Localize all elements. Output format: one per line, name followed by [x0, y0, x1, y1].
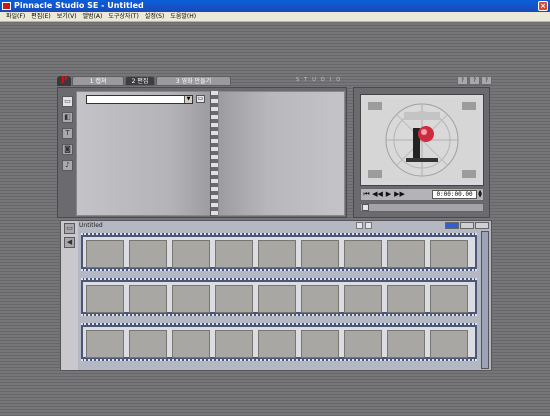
app-icon — [2, 2, 11, 10]
storyboard-strip — [81, 323, 477, 361]
movie-scrollbar[interactable] — [481, 231, 489, 369]
scrubber-handle[interactable] — [362, 204, 369, 211]
menu-bar: 파일(F) 편집(E) 보기(V) 앨범(A) 도구상자(T) 설정(S) 도움… — [0, 12, 550, 22]
movie-title: Untitled — [79, 222, 103, 229]
storyboard-frame[interactable] — [387, 240, 425, 268]
scissors-icon[interactable] — [356, 222, 363, 229]
storyboard-frame[interactable] — [387, 330, 425, 358]
storyboard-frame[interactable] — [430, 330, 468, 358]
storyboard-frame[interactable] — [301, 285, 339, 313]
chevron-down-icon[interactable]: ▼ — [184, 96, 192, 103]
video-scenes-icon[interactable]: ▭ — [62, 96, 73, 107]
window-title-bar: Pinnacle Studio SE - Untitled × — [0, 0, 550, 12]
help-buttons: ? ? ? — [456, 76, 492, 85]
storyboard-frame[interactable] — [301, 330, 339, 358]
tab-capture[interactable]: 1 캡쳐 — [72, 76, 124, 86]
storyboard-frame[interactable] — [258, 285, 296, 313]
storyboard-frame[interactable] — [430, 240, 468, 268]
studio-label: STUDIO — [296, 77, 346, 83]
storyboard-frame[interactable] — [344, 285, 382, 313]
album-source-select[interactable]: ▼ — [86, 95, 193, 104]
menu-help[interactable]: 도움말(H) — [167, 12, 199, 21]
album-panel: ▭ ◧ T ◙ ♪ ▼ ▭ — [57, 87, 347, 218]
storyboard-frame[interactable] — [86, 240, 124, 268]
storyboard-view-button[interactable] — [445, 222, 459, 229]
menu-setup[interactable]: 설정(S) — [142, 12, 168, 21]
playback-scrubber[interactable] — [360, 203, 484, 212]
help-button-1[interactable]: ? — [457, 76, 468, 85]
strip-frames — [83, 237, 475, 268]
text-view-button[interactable] — [475, 222, 489, 229]
movie-window: ▭ ◀ Untitled — [60, 220, 492, 371]
storyboard-frame[interactable] — [258, 330, 296, 358]
help-button-3[interactable]: ? — [481, 76, 492, 85]
tab-make-movie[interactable]: 3 영화 만들기 — [156, 76, 231, 86]
storyboard-frame[interactable] — [86, 330, 124, 358]
transport-controls: ⏮ ◀◀ ▶ ▶▶ 0:00:00.00 ▲ ▼ — [360, 188, 484, 201]
storyboard-strip — [81, 278, 477, 316]
tab-edit[interactable]: 2 편집 — [125, 76, 155, 86]
go-to-start-icon[interactable]: ⏮ — [361, 190, 372, 199]
album-right-page[interactable] — [218, 91, 345, 216]
movie-tools — [354, 222, 372, 229]
movie-track-column: ▭ ◀ — [61, 221, 78, 370]
play-icon[interactable]: ▶ — [383, 190, 394, 199]
mode-tabs: P 1 캡쳐 2 편집 3 영화 만들기 — [57, 76, 232, 86]
storyboard-frame[interactable] — [172, 285, 210, 313]
storyboard-frame[interactable] — [172, 330, 210, 358]
view-switcher — [444, 222, 489, 229]
storyboard-strip — [81, 233, 477, 271]
player-panel: ⏮ ◀◀ ▶ ▶▶ 0:00:00.00 ▲ ▼ — [353, 87, 490, 218]
storyboard-frame[interactable] — [129, 285, 167, 313]
menu-file[interactable]: 파일(F) — [3, 12, 28, 21]
storyboard-frame[interactable] — [258, 240, 296, 268]
strip-frames — [83, 327, 475, 358]
timecode-spinner-icon[interactable]: ▲ ▼ — [477, 190, 483, 199]
rewind-icon[interactable]: ◀◀ — [372, 190, 383, 199]
storyboard-frame[interactable] — [129, 240, 167, 268]
storyboard-frame[interactable] — [430, 285, 468, 313]
window-title: Pinnacle Studio SE - Untitled — [14, 1, 144, 10]
album-left-page[interactable] — [76, 91, 211, 216]
storyboard-frame[interactable] — [344, 330, 382, 358]
close-button[interactable]: × — [538, 1, 548, 11]
timecode-display[interactable]: 0:00:00.00 — [432, 190, 477, 199]
storyboard-frame[interactable] — [172, 240, 210, 268]
player-screen — [364, 98, 480, 182]
video-track-icon[interactable]: ▭ — [64, 223, 75, 234]
storyboard-frame[interactable] — [129, 330, 167, 358]
photos-icon[interactable]: ◙ — [62, 144, 73, 155]
menu-album[interactable]: 앨범(A) — [80, 12, 106, 21]
timeline-view-button[interactable] — [460, 222, 474, 229]
menu-edit[interactable]: 편집(E) — [28, 12, 54, 21]
menu-toolbox[interactable]: 도구상자(T) — [105, 12, 141, 21]
transitions-icon[interactable]: ◧ — [62, 112, 73, 123]
storyboard-frame[interactable] — [86, 285, 124, 313]
titles-icon[interactable]: T — [62, 128, 73, 139]
audio-track-icon[interactable]: ◀ — [64, 237, 75, 248]
trash-icon[interactable] — [365, 222, 372, 229]
folder-icon[interactable]: ▭ — [196, 95, 205, 103]
storyboard-frame[interactable] — [215, 330, 253, 358]
storyboard-frame[interactable] — [387, 285, 425, 313]
storyboard-frame[interactable] — [215, 240, 253, 268]
pinnacle-logo: P — [57, 76, 71, 86]
storyboard-frame[interactable] — [215, 285, 253, 313]
sound-effects-icon[interactable]: ♪ — [62, 160, 73, 171]
strip-frames — [83, 282, 475, 313]
test-pattern-image — [364, 98, 480, 182]
menu-view[interactable]: 보기(V) — [54, 12, 80, 21]
player-screen-frame — [360, 94, 484, 186]
album-tab-column: ▭ ◧ T ◙ ♪ — [58, 88, 76, 217]
fast-forward-icon[interactable]: ▶▶ — [394, 190, 405, 199]
help-button-2[interactable]: ? — [469, 76, 480, 85]
storyboard-frame[interactable] — [344, 240, 382, 268]
storyboard-frame[interactable] — [301, 240, 339, 268]
